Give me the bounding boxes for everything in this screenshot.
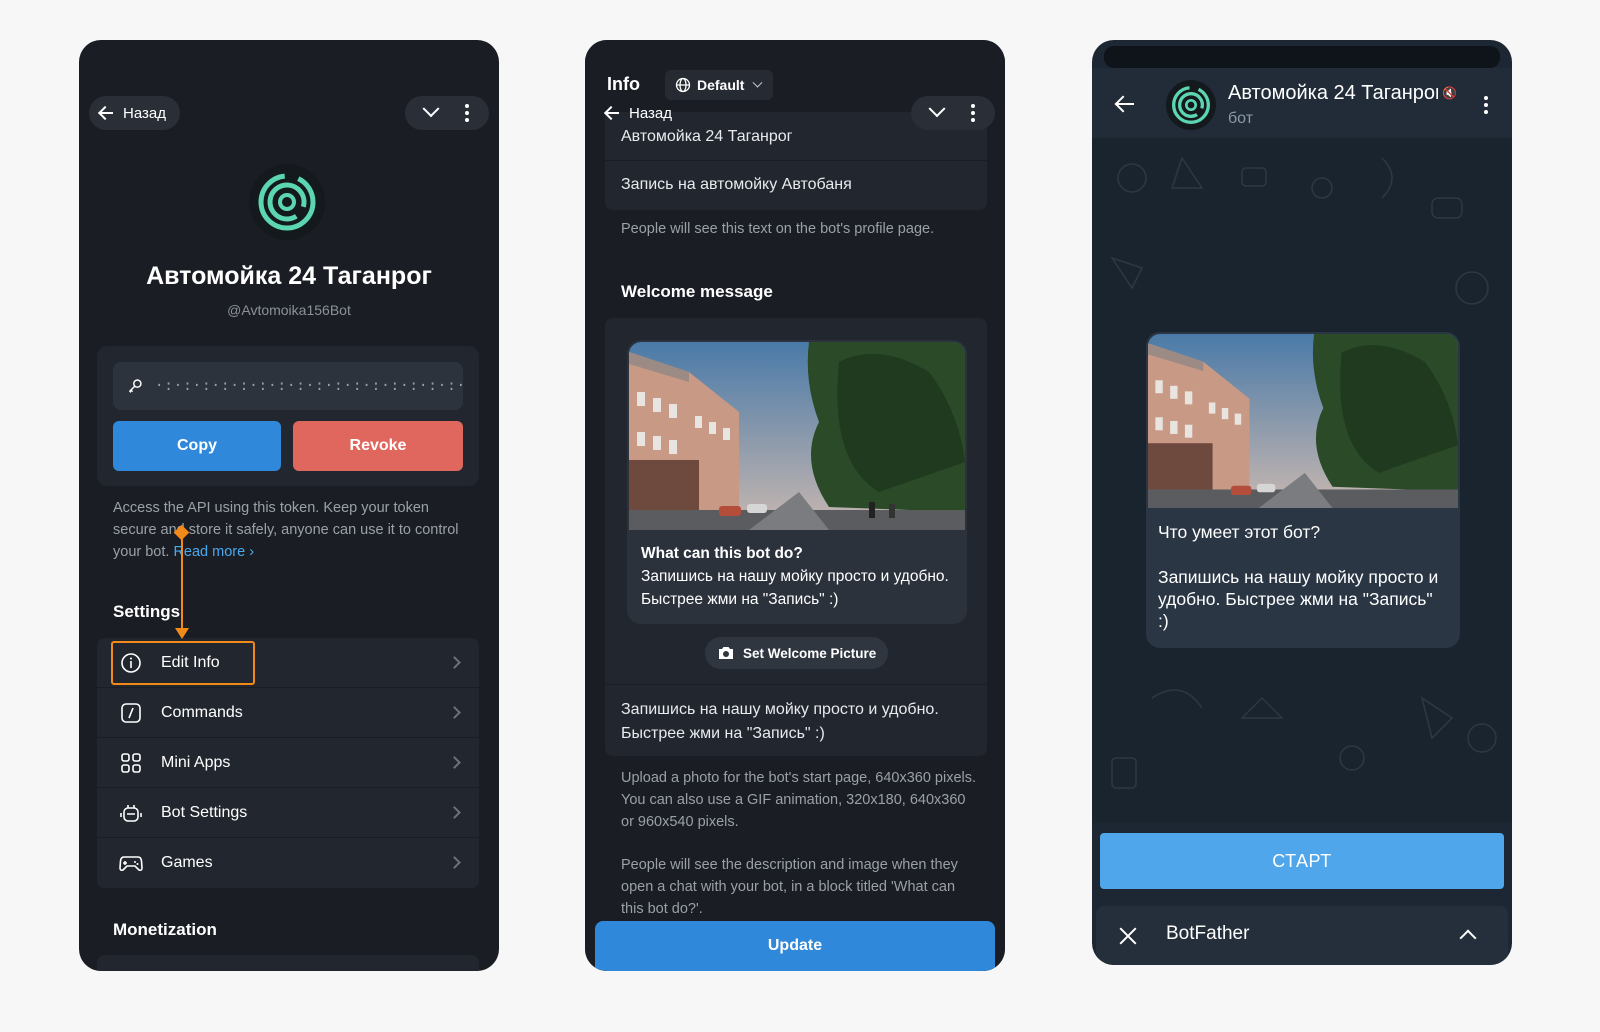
highlight-box bbox=[111, 641, 255, 685]
robot-icon bbox=[119, 801, 143, 825]
bot-intro-card: Что умеет этот бот? Запишись на нашу мой… bbox=[1146, 332, 1460, 648]
camera-icon bbox=[719, 647, 733, 659]
preview-text: What can this bot do? Запишись на нашу м… bbox=[641, 542, 957, 611]
chevron-right-icon bbox=[448, 856, 461, 869]
settings-item-bot-settings[interactable]: Bot Settings bbox=[97, 788, 479, 838]
edit-info-panel: Автомойка 24 Таганрог Запись на автомойк… bbox=[585, 40, 1005, 971]
welcome-text-field[interactable]: Запишись на нашу мойку просто и удобно. … bbox=[621, 698, 971, 746]
commands-icon bbox=[119, 701, 143, 725]
back-label: Назад bbox=[123, 104, 166, 122]
back-button[interactable]: Назад bbox=[603, 104, 672, 122]
description-hint: People will see the description and imag… bbox=[621, 857, 958, 917]
chevron-down-icon[interactable] bbox=[928, 100, 946, 118]
globe-icon bbox=[675, 77, 691, 93]
about-field[interactable]: Запись на автомойку Автобаня bbox=[621, 176, 852, 194]
welcome-heading: Welcome message bbox=[621, 282, 773, 301]
chevron-right-icon bbox=[448, 756, 461, 769]
preview-body: Запишись на нашу мойку просто и удобно. … bbox=[641, 568, 949, 608]
chat-area: Что умеет этот бот? Запишись на нашу мой… bbox=[1092, 138, 1512, 823]
settings-item-label: Commands bbox=[161, 703, 243, 721]
header-controls bbox=[405, 96, 489, 130]
about-hint: People will see this text on the bot's p… bbox=[621, 221, 935, 237]
read-more-link[interactable]: Read more › bbox=[173, 544, 254, 560]
arrow-left-icon bbox=[97, 104, 115, 122]
token-hint: Access the API using this token. Keep yo… bbox=[113, 497, 473, 563]
revoke-button[interactable]: Revoke bbox=[293, 421, 463, 471]
intro-title: Что умеет этот бот? bbox=[1158, 522, 1321, 542]
arrow-left-icon[interactable] bbox=[1114, 94, 1136, 114]
settings-item-commands[interactable]: Commands bbox=[97, 688, 479, 738]
avatar[interactable] bbox=[1166, 80, 1216, 130]
arrow-left-icon bbox=[603, 104, 621, 122]
copy-button[interactable]: Copy bbox=[113, 421, 281, 471]
gamepad-icon bbox=[119, 851, 143, 875]
chevron-down-icon[interactable] bbox=[422, 100, 440, 118]
chat-subtitle: бот bbox=[1228, 110, 1254, 127]
bottom-sheet-title: BotFather bbox=[1166, 923, 1250, 944]
language-label: Default bbox=[697, 77, 745, 93]
divider bbox=[605, 684, 987, 685]
set-welcome-picture-button[interactable]: Set Welcome Picture bbox=[705, 637, 889, 669]
chevron-right-icon bbox=[448, 656, 461, 669]
chevron-down-icon bbox=[753, 77, 763, 88]
settings-item-label: Mini Apps bbox=[161, 753, 231, 771]
bot-logo-icon bbox=[258, 173, 316, 231]
chat-preview-panel: Автомойка 24 Таганрог бот 🔇 Что умеет эт… bbox=[1092, 40, 1512, 965]
bot-logo-icon bbox=[1172, 86, 1210, 124]
mute-icon: 🔇 bbox=[1442, 86, 1457, 100]
chat-name: Автомойка 24 Таганрог bbox=[1228, 82, 1438, 104]
start-button[interactable]: СТАРТ bbox=[1100, 833, 1504, 889]
status-bar bbox=[1104, 46, 1500, 68]
preview-title: What can this bot do? bbox=[641, 545, 803, 562]
settings-item-games[interactable]: Games bbox=[97, 838, 479, 888]
close-icon[interactable] bbox=[1118, 926, 1138, 946]
update-button[interactable]: Update bbox=[595, 921, 995, 971]
avatar bbox=[249, 164, 325, 240]
bot-token-panel: Назад Автомойка 24 Таганрог @Avtomoika15… bbox=[79, 40, 499, 971]
back-button[interactable]: Назад bbox=[89, 96, 180, 130]
settings-item-mini-apps[interactable]: Mini Apps bbox=[97, 738, 479, 788]
upload-hint: Upload a photo for the bot's start page,… bbox=[621, 770, 977, 830]
highlight-arrow-line bbox=[181, 532, 183, 632]
bot-username: @Avtomoika156Bot bbox=[227, 302, 351, 318]
settings-heading: Settings bbox=[113, 602, 181, 621]
key-icon bbox=[128, 379, 142, 393]
token-value-masked: ·:·:·:·:·:·:·:·:·:·:·:·:·:·:·:·:·:·:·:·:… bbox=[154, 378, 463, 394]
bot-name: Автомойка 24 Таганрог bbox=[146, 262, 432, 290]
token-hint-text: Access the API using this token. Keep yo… bbox=[113, 500, 459, 560]
more-menu-icon[interactable] bbox=[971, 104, 975, 122]
welcome-preview: What can this bot do? Запишись на нашу м… bbox=[627, 340, 967, 624]
welcome-photo bbox=[629, 342, 965, 530]
set-picture-label: Set Welcome Picture bbox=[743, 645, 877, 661]
settings-item-label: Bot Settings bbox=[161, 803, 248, 821]
monetization-heading: Monetization bbox=[113, 920, 217, 939]
highlight-arrow-tip bbox=[175, 628, 189, 639]
welcome-photo bbox=[1148, 334, 1458, 508]
grid-icon bbox=[119, 751, 143, 775]
more-menu-icon[interactable] bbox=[1484, 96, 1488, 114]
name-field[interactable]: Автомойка 24 Таганрог bbox=[621, 128, 792, 146]
back-label: Назад bbox=[629, 104, 672, 122]
token-field[interactable]: ·:·:·:·:·:·:·:·:·:·:·:·:·:·:·:·:·:·:·:·:… bbox=[113, 362, 463, 410]
intro-text: Запишись на нашу мойку просто и удобно. … bbox=[1158, 567, 1439, 631]
bottom-sheet-bar: BotFather bbox=[1096, 906, 1508, 965]
update-bar: Update bbox=[585, 913, 1005, 971]
token-card: ·:·:·:·:·:·:·:·:·:·:·:·:·:·:·:·:·:·:·:·:… bbox=[97, 346, 479, 486]
header-controls bbox=[911, 96, 995, 130]
chat-header: Автомойка 24 Таганрог бот 🔇 bbox=[1092, 68, 1512, 138]
more-menu-icon[interactable] bbox=[465, 104, 469, 122]
welcome-card: What can this bot do? Запишись на нашу м… bbox=[605, 318, 987, 756]
settings-item-label: Games bbox=[161, 854, 213, 871]
monetization-card bbox=[97, 955, 479, 971]
chevron-up-icon[interactable] bbox=[1459, 929, 1477, 947]
start-bar: СТАРТ bbox=[1092, 823, 1512, 893]
chevron-right-icon bbox=[448, 706, 461, 719]
chevron-right-icon bbox=[448, 806, 461, 819]
divider bbox=[605, 160, 987, 161]
language-selector[interactable]: Default bbox=[665, 70, 774, 100]
page-title: Info bbox=[607, 74, 640, 94]
